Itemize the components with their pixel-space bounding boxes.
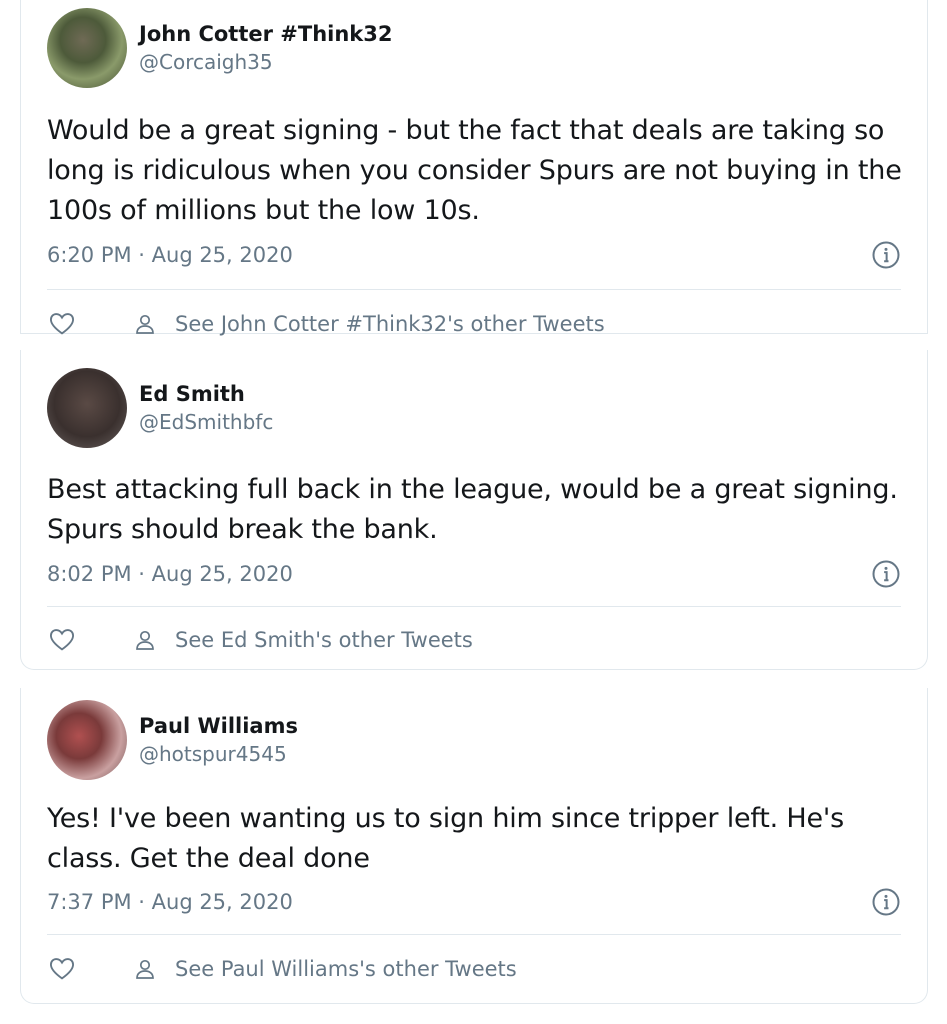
see-other-tweets-link[interactable]: See John Cotter #Think32's other Tweets xyxy=(175,312,605,336)
tweet-card: John Cotter #Think32 @Corcaigh35 Would b… xyxy=(20,0,928,336)
tweet-timestamp[interactable]: 6:20 PM · Aug 25, 2020 xyxy=(47,241,901,269)
person-icon[interactable] xyxy=(133,310,157,338)
info-circle-icon[interactable] xyxy=(871,559,901,589)
tweet-timestamp[interactable]: 7:37 PM · Aug 25, 2020 xyxy=(47,888,901,916)
user-handle[interactable]: @hotspur4545 xyxy=(139,740,298,768)
divider xyxy=(47,606,901,607)
tweet-card: Ed Smith @EdSmithbfc Best attacking full… xyxy=(20,350,928,670)
tweet-header: Paul Williams @hotspur4545 xyxy=(47,700,298,780)
tweet-header: John Cotter #Think32 @Corcaigh35 xyxy=(47,8,393,88)
tweet-timestamp[interactable]: 8:02 PM · Aug 25, 2020 xyxy=(47,560,901,588)
person-icon[interactable] xyxy=(133,626,157,654)
tweet-text: Would be a great signing - but the fact … xyxy=(47,115,902,226)
heart-outline-icon[interactable] xyxy=(47,955,77,983)
info-circle-icon[interactable] xyxy=(871,240,901,270)
see-other-tweets-link[interactable]: See Ed Smith's other Tweets xyxy=(175,628,473,652)
divider xyxy=(47,934,901,935)
info-circle-icon[interactable] xyxy=(871,887,901,917)
heart-outline-icon[interactable] xyxy=(47,626,77,654)
avatar[interactable] xyxy=(47,700,127,780)
tweet-actions: See Ed Smith's other Tweets xyxy=(47,620,901,660)
avatar[interactable] xyxy=(47,8,127,88)
tweet-header: Ed Smith @EdSmithbfc xyxy=(47,368,273,448)
divider xyxy=(47,289,901,290)
display-name[interactable]: Ed Smith xyxy=(139,380,273,408)
heart-outline-icon[interactable] xyxy=(47,310,77,338)
user-handle[interactable]: @EdSmithbfc xyxy=(139,408,273,436)
tweet-actions: See Paul Williams's other Tweets xyxy=(47,949,901,989)
tweet-actions: See John Cotter #Think32's other Tweets xyxy=(47,304,901,344)
user-handle[interactable]: @Corcaigh35 xyxy=(139,48,393,76)
tweet-card: Paul Williams @hotspur4545 Yes! I've bee… xyxy=(20,688,928,1004)
display-name[interactable]: Paul Williams xyxy=(139,712,298,740)
see-other-tweets-link[interactable]: See Paul Williams's other Tweets xyxy=(175,957,517,981)
tweet-text: Yes! I've been wanting us to sign him si… xyxy=(47,803,844,874)
tweet-text: Best attacking full back in the league, … xyxy=(47,474,898,545)
avatar[interactable] xyxy=(47,368,127,448)
person-icon[interactable] xyxy=(133,955,157,983)
display-name[interactable]: John Cotter #Think32 xyxy=(139,20,393,48)
